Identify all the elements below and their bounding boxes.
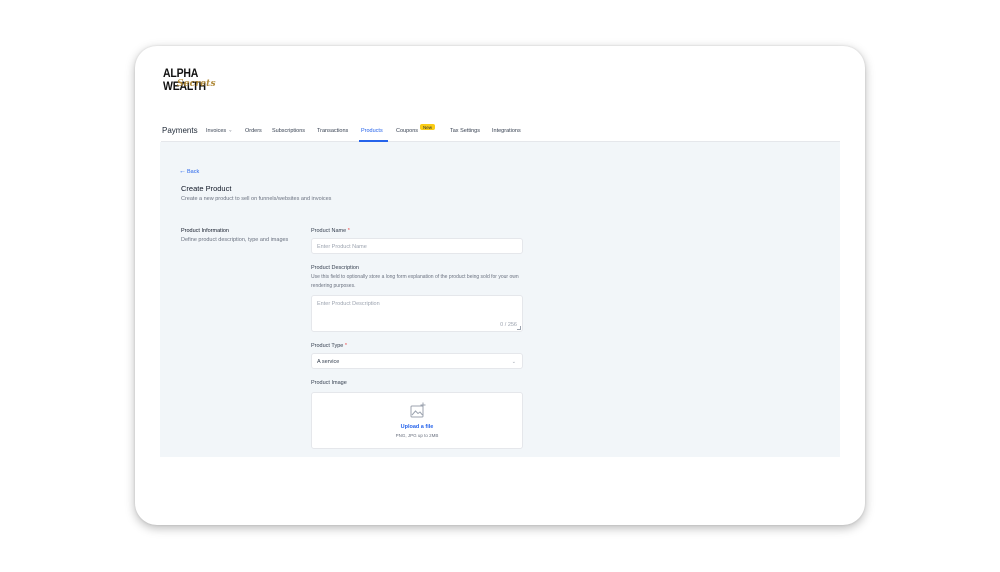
page-subtitle: Create a new product to sell on funnels/…: [181, 196, 332, 202]
product-description-label: Product Description: [311, 265, 359, 271]
tab-tax-settings[interactable]: Tax Settings: [450, 128, 480, 134]
tab-integrations[interactable]: Integrations: [492, 128, 521, 134]
image-upload-dropzone[interactable]: Upload a file PNG, JPG up to 2MB: [311, 392, 523, 449]
upload-hint: PNG, JPG up to 2MB: [395, 433, 439, 438]
product-type-label: Product Type *: [311, 343, 347, 349]
tab-subscriptions[interactable]: Subscriptions: [272, 128, 305, 134]
character-counter: 0 / 256: [500, 322, 517, 328]
product-name-placeholder: Enter Product Name: [317, 243, 367, 250]
new-badge: New: [420, 124, 436, 130]
required-mark: *: [344, 343, 347, 349]
app-window: ALPHA WEALTH Secrets Payments Invoices ⌄ …: [135, 46, 865, 525]
product-type-value: A service: [317, 358, 340, 365]
image-add-icon: [410, 402, 426, 418]
section-description: Define product description, type and ima…: [181, 237, 289, 243]
resize-handle[interactable]: [517, 326, 521, 330]
chevron-down-icon: ⌄: [511, 359, 516, 365]
section-title: Product Information: [181, 228, 229, 234]
main-content: ←Back Create Product Create a new produc…: [160, 142, 840, 457]
brand-logo-script: Secrets: [177, 79, 216, 89]
arrow-left-icon: ←: [179, 168, 186, 175]
tab-coupons[interactable]: Coupons: [396, 128, 418, 134]
page-title: Create Product: [181, 184, 232, 193]
product-name-input[interactable]: Enter Product Name: [311, 238, 523, 254]
product-name-label-text: Product Name: [311, 228, 347, 234]
back-label: Back: [187, 169, 200, 175]
product-description-textarea[interactable]: Enter Product Description 0 / 256: [311, 295, 523, 332]
product-type-select[interactable]: A service ⌄: [311, 353, 523, 369]
required-mark: *: [347, 228, 350, 234]
back-link[interactable]: ←Back: [179, 168, 199, 175]
product-description-help: Use this field to optionally store a lon…: [311, 274, 519, 289]
product-description-placeholder: Enter Product Description: [317, 301, 380, 307]
chevron-down-icon: ⌄: [228, 127, 233, 134]
product-name-label: Product Name *: [311, 228, 350, 234]
upload-file-link[interactable]: Upload a file: [312, 424, 522, 430]
nav-title: Payments: [162, 126, 198, 135]
tab-orders[interactable]: Orders: [245, 128, 262, 134]
product-image-label: Product Image: [311, 380, 347, 386]
tab-invoices[interactable]: Invoices ⌄: [206, 127, 233, 135]
top-navigation: Payments Invoices ⌄ Orders Subscriptions …: [161, 120, 840, 142]
tab-invoices-label: Invoices: [206, 128, 227, 134]
tab-transactions[interactable]: Transactions: [317, 128, 348, 134]
brand-logo[interactable]: ALPHA WEALTH Secrets: [163, 67, 233, 92]
product-type-label-text: Product Type: [311, 343, 344, 349]
tab-products[interactable]: Products: [361, 128, 383, 134]
